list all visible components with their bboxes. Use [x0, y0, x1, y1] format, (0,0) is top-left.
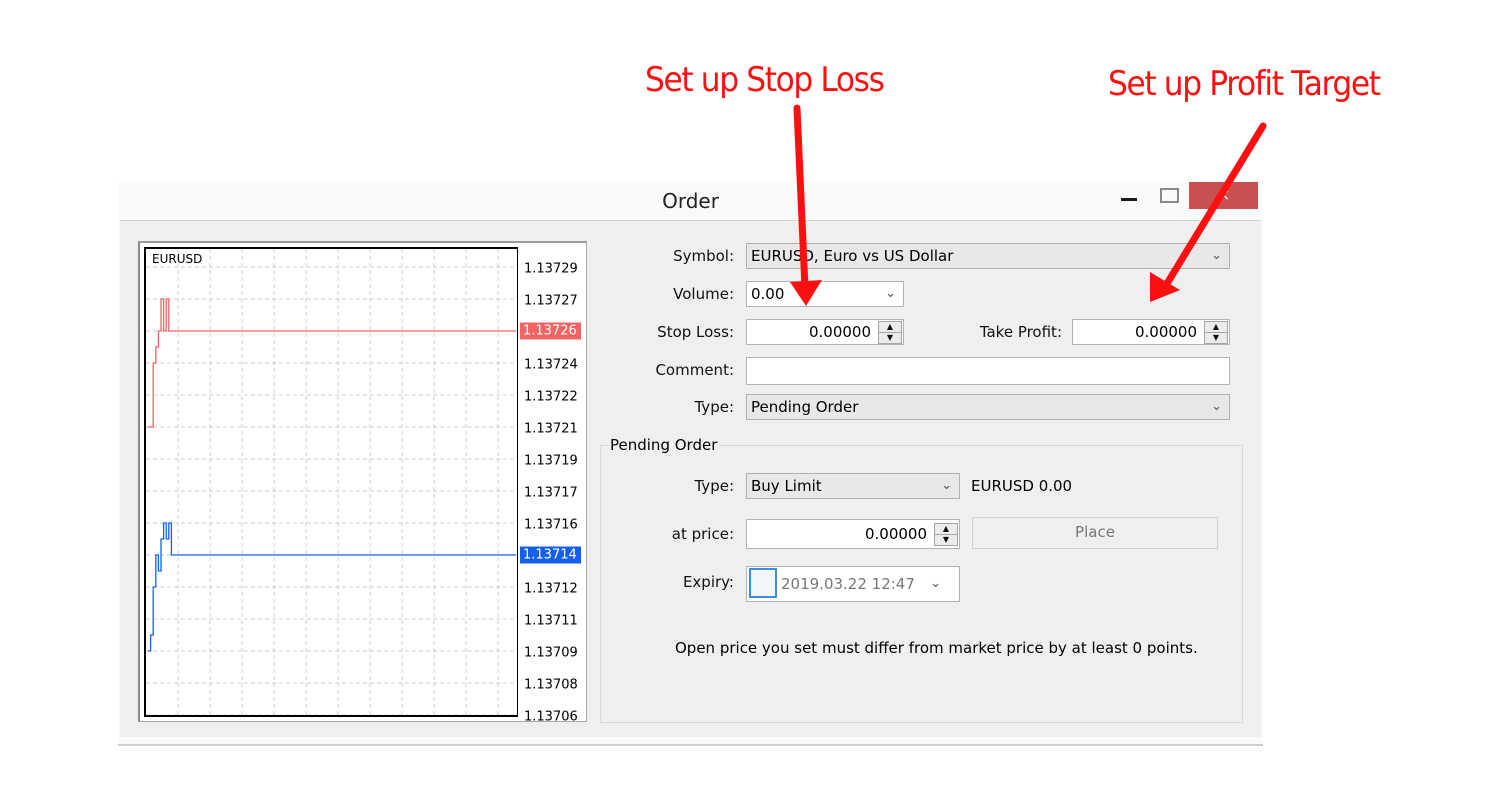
volume-value: 0.00	[751, 285, 785, 303]
stop-loss-spinner[interactable]: ▲ ▼	[878, 321, 902, 344]
y-tick-label: 1.13716	[524, 517, 578, 533]
volume-label: Volume:	[673, 285, 734, 303]
chevron-down-icon: ⌄	[1211, 399, 1222, 414]
maximize-icon[interactable]	[1160, 188, 1179, 203]
y-tick-label: 1.13709	[524, 645, 578, 661]
y-tick-label: 1.13711	[524, 613, 578, 629]
ask-price-label: 1.13726	[520, 322, 581, 340]
take-profit-spinner[interactable]: ▲ ▼	[1204, 321, 1228, 344]
pending-type-select[interactable]: Buy Limit ⌄	[746, 473, 960, 499]
chevron-down-icon: ⌄	[930, 576, 941, 591]
annotation-stop-loss: Set up Stop Loss	[645, 60, 885, 100]
window-title: Order	[662, 189, 719, 213]
expiry-label: Expiry:	[682, 573, 734, 591]
chevron-down-icon: ⌄	[885, 286, 896, 301]
y-tick-label: 1.13708	[524, 677, 578, 693]
y-tick-label: 1.13717	[524, 485, 578, 501]
annotation-profit-target: Set up Profit Target	[1108, 64, 1381, 104]
symbol-select[interactable]: EURUSD, Euro vs US Dollar ⌄	[746, 243, 1230, 269]
symbol-value: EURUSD, Euro vs US Dollar	[751, 247, 954, 265]
volume-select[interactable]: 0.00 ⌄	[746, 281, 904, 307]
spin-down-icon[interactable]: ▼	[1204, 332, 1228, 344]
tick-chart: EURUSD 1.13729 1.13727 1.13726 1.13724 1.137…	[138, 241, 587, 725]
at-price-value: 0.00000	[864, 525, 927, 543]
spin-down-icon[interactable]: ▼	[934, 534, 958, 546]
take-profit-label: Take Profit:	[979, 323, 1062, 341]
y-tick-label: 1.13712	[524, 581, 578, 597]
order-dialog: Order × EURUSD 1.13729 1.13727 1.13726 1.13…	[118, 182, 1263, 746]
dialog-body: EURUSD 1.13729 1.13727 1.13726 1.13724 1.137…	[120, 220, 1261, 737]
comment-label: Comment:	[655, 361, 734, 379]
pending-note: Open price you set must differ from mark…	[675, 639, 1198, 657]
stop-loss-value: 0.00000	[808, 323, 871, 341]
y-tick-label: 1.13706	[524, 709, 578, 725]
title-bar[interactable]: Order ×	[118, 182, 1263, 220]
expiry-datetime[interactable]: 2019.03.22 12:47 ⌄	[746, 566, 960, 602]
y-tick-label: 1.13727	[524, 293, 578, 309]
close-icon: ×	[1216, 185, 1231, 204]
chart-symbol-label: EURUSD	[152, 252, 203, 266]
pending-order-group-title: Pending Order	[608, 436, 720, 454]
bid-price-label: 1.13714	[520, 546, 581, 564]
chevron-down-icon: ⌄	[941, 478, 952, 493]
stop-loss-input[interactable]: 0.00000 ▲ ▼	[746, 319, 904, 345]
y-tick-label: 1.13724	[524, 357, 578, 373]
chevron-down-icon: ⌄	[1211, 248, 1222, 263]
comment-input[interactable]	[746, 357, 1230, 385]
take-profit-value: 0.00000	[1134, 323, 1197, 341]
chart-plot-area: EURUSD	[144, 247, 518, 717]
expiry-value: 2019.03.22 12:47	[781, 575, 915, 593]
take-profit-input[interactable]: 0.00000 ▲ ▼	[1072, 319, 1230, 345]
order-type-select[interactable]: Pending Order ⌄	[746, 394, 1230, 420]
close-button[interactable]: ×	[1189, 182, 1258, 209]
at-price-label: at price:	[671, 525, 734, 543]
y-tick-label: 1.13721	[524, 421, 578, 437]
symbol-label: Symbol:	[673, 247, 734, 265]
at-price-input[interactable]: 0.00000 ▲ ▼	[746, 519, 960, 549]
minimize-icon[interactable]	[1121, 198, 1137, 201]
pending-summary: EURUSD 0.00	[971, 477, 1073, 495]
spin-down-icon[interactable]: ▼	[878, 332, 902, 344]
y-tick-label: 1.13719	[524, 453, 578, 469]
type-label: Type:	[694, 398, 734, 416]
y-tick-label: 1.13729	[524, 261, 578, 277]
pending-type-value: Buy Limit	[751, 477, 822, 495]
chart-svg	[146, 249, 516, 715]
expiry-checkbox[interactable]	[749, 568, 777, 598]
y-tick-label: 1.13722	[524, 389, 578, 405]
pending-type-label: Type:	[694, 477, 734, 495]
at-price-spinner[interactable]: ▲ ▼	[934, 523, 958, 546]
place-button[interactable]: Place	[972, 517, 1218, 549]
order-type-value: Pending Order	[751, 398, 859, 416]
stop-loss-label: Stop Loss:	[657, 323, 734, 341]
